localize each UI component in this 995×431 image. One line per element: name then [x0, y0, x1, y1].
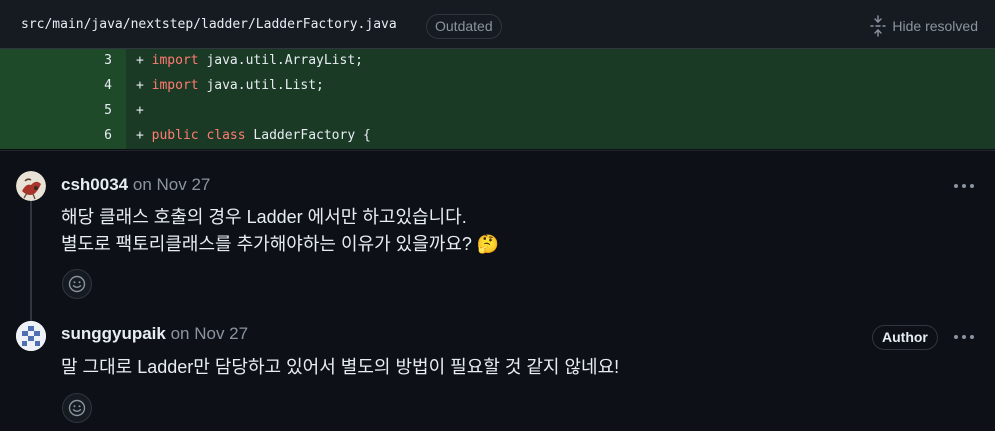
comment-body: 말 그대로 Ladder만 담당하고 있어서 별도의 방법이 필요할 것 같지 … [61, 354, 619, 381]
hide-resolved-button[interactable]: Hide resolved [870, 15, 978, 37]
comment-date-link[interactable]: on Nov 27 [171, 324, 249, 343]
code-text: java.util.ArrayList; [198, 53, 363, 68]
line-number[interactable]: 5 [0, 99, 126, 124]
diff-sign: + [136, 78, 144, 93]
code-keyword: public [151, 128, 199, 143]
line-number[interactable]: 4 [0, 74, 126, 99]
avatar[interactable] [16, 171, 46, 201]
line-number[interactable]: 3 [0, 49, 126, 74]
file-path-link[interactable]: src/main/java/nextstep/ladder/LadderFact… [21, 17, 397, 32]
file-header: src/main/java/nextstep/ladder/LadderFact… [0, 0, 995, 49]
code-keyword: class [206, 128, 246, 143]
code-keyword: import [151, 53, 199, 68]
kebab-horizontal-icon[interactable] [952, 329, 976, 345]
comment-line: 별도로 팩토리클래스를 추가해야하는 이유가 있을까요? 🤔 [61, 234, 500, 254]
code-keyword: import [151, 78, 199, 93]
avatar[interactable] [16, 321, 46, 351]
smiley-icon [68, 399, 86, 417]
line-number[interactable]: 6 [0, 124, 126, 149]
add-reaction-button[interactable] [62, 269, 92, 299]
author-badge: Author [872, 325, 938, 350]
unfold-icon [870, 15, 887, 37]
comment-line: 해당 클래스 호출의 경우 Ladder 에서만 하고있습니다. [61, 207, 467, 227]
diff-sign: + [136, 53, 144, 68]
line-code: + [126, 99, 995, 124]
comment-line: 말 그대로 Ladder만 담당하고 있어서 별도의 방법이 필요할 것 같지 … [61, 357, 620, 377]
smiley-icon [68, 275, 86, 293]
add-reaction-button[interactable] [62, 393, 92, 423]
comment-date-link[interactable]: on Nov 27 [133, 175, 211, 194]
outdated-badge: Outdated [426, 14, 502, 39]
code-text: java.util.List; [198, 78, 324, 93]
comment-thread: csh0034 on Nov 27 해당 클래스 호출의 경우 Ladder 에… [0, 150, 995, 431]
diff-line: 6 + public class LadderFactory { [0, 124, 995, 149]
kebab-horizontal-icon[interactable] [952, 178, 976, 194]
diff-line: 4 + import java.util.List; [0, 74, 995, 99]
diff-sign: + [136, 128, 144, 143]
author-link[interactable]: sunggyupaik [61, 324, 166, 343]
diff-hunk: 3 + import java.util.ArrayList; 4 + impo… [0, 49, 995, 149]
diff-sign: + [136, 103, 144, 118]
line-code: + import java.util.ArrayList; [126, 49, 995, 74]
thread-connector [30, 187, 32, 327]
comment-header: sunggyupaik on Nov 27 [61, 323, 248, 345]
comment-body: 해당 클래스 호출의 경우 Ladder 에서만 하고있습니다. 별도로 팩토리… [61, 204, 499, 258]
diff-line: 5 + [0, 99, 995, 124]
line-code: + public class LadderFactory { [126, 124, 995, 149]
line-code: + import java.util.List; [126, 74, 995, 99]
author-link[interactable]: csh0034 [61, 175, 128, 194]
code-text: LadderFactory { [245, 128, 371, 143]
diff-line: 3 + import java.util.ArrayList; [0, 49, 995, 74]
hide-resolved-label: Hide resolved [892, 18, 978, 34]
comment-header: csh0034 on Nov 27 [61, 174, 210, 196]
